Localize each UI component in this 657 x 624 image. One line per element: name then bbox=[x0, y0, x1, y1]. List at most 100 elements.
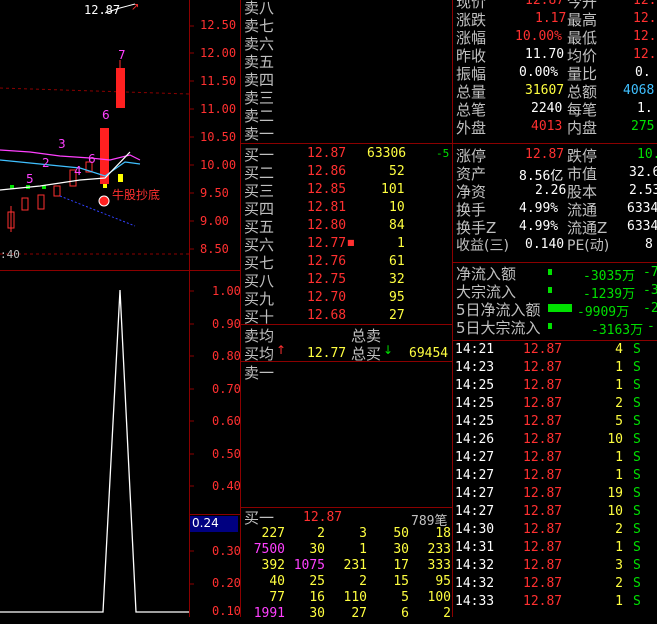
queue-cell: 95 bbox=[435, 574, 451, 589]
buy-level-row[interactable]: 买二 12.86 52 bbox=[241, 163, 452, 182]
queue-row: 1991 30 27 6 2 bbox=[241, 606, 452, 624]
tick-time: 14:26 bbox=[455, 432, 495, 447]
flow-row: 5日净流入额 -9909万 -2 bbox=[453, 299, 657, 320]
stat-value: 1.17 bbox=[535, 11, 567, 26]
buy-level-row[interactable]: 买七 12.76 61 bbox=[241, 253, 452, 272]
tick-side: S bbox=[633, 486, 641, 501]
candle-number: 6 bbox=[88, 152, 96, 166]
tick-side: S bbox=[633, 504, 641, 519]
buy-price: 12.75 bbox=[307, 272, 347, 287]
kline-chart-panel[interactable]: 12.87 ↗ 12.50 12.00 11.50 11.00 10.50 10… bbox=[0, 0, 241, 618]
tick-row: 14:27 12.87 10 S bbox=[453, 504, 657, 522]
stat-value: 2.53 bbox=[629, 183, 657, 198]
queue-cell: 15 bbox=[393, 574, 409, 589]
buy-level-row[interactable]: 买一 12.87 63306 -5 bbox=[241, 145, 452, 164]
tick-side: S bbox=[633, 540, 641, 555]
trade-ticks[interactable]: 14:21 12.87 4 S 14:23 12.87 1 S 14:25 12.87 1 S 1… bbox=[453, 342, 657, 617]
stat-value: 4.99% bbox=[519, 201, 559, 216]
tick-row: 14:26 12.87 10 S bbox=[453, 432, 657, 450]
buy-level-row[interactable]: 买四 12.81 10 bbox=[241, 199, 452, 218]
queue-cell: 1991 bbox=[253, 606, 285, 621]
stat-label: 外盘 bbox=[456, 119, 487, 137]
buy-volume: 10 bbox=[389, 200, 405, 215]
stats-row: 净资 2.26 股本 2.53 bbox=[453, 181, 657, 201]
tick-price: 12.87 bbox=[523, 414, 563, 429]
buy-price: 12.70 bbox=[307, 290, 347, 305]
stat-label: 内盘 bbox=[567, 119, 598, 137]
tick-volume: 5 bbox=[615, 414, 623, 429]
queue-cell: 50 bbox=[393, 526, 409, 541]
tick-side: S bbox=[633, 342, 641, 357]
stats-row: 涨幅 10.00% 最低 12. bbox=[453, 27, 657, 47]
queue-cell: 77 bbox=[269, 590, 285, 605]
stats-row: 收益(三) 0.140 PE(动) 8 bbox=[453, 235, 657, 254]
tick-volume: 10 bbox=[607, 432, 623, 447]
tick-row: 14:21 12.87 4 S bbox=[453, 342, 657, 360]
indicator-tick: 0.90 bbox=[212, 317, 241, 331]
stat-value: 4068 bbox=[623, 83, 655, 98]
queue-cell: 3 bbox=[359, 526, 367, 541]
buy-level-row[interactable]: 买十 12.68 27 bbox=[241, 307, 452, 326]
tick-row: 14:32 12.87 2 S bbox=[453, 576, 657, 594]
indicator-tick: 0.20 bbox=[212, 576, 241, 590]
tick-price: 12.87 bbox=[523, 504, 563, 519]
price-tick: 11.50 bbox=[200, 74, 237, 88]
buy-price: 12.68 bbox=[307, 308, 347, 323]
stat-value: 12.87 bbox=[525, 147, 565, 162]
order-book: 卖八 卖七 卖六 卖五 卖四 卖三 卖二 卖一 买一 12.87 63306 -… bbox=[241, 0, 452, 621]
stats-row: 资产 8.56亿 市值 32.6 bbox=[453, 163, 657, 184]
buy-avg-label: 买均 bbox=[244, 345, 275, 363]
buy-price: 12.86 bbox=[307, 164, 347, 179]
tick-volume: 3 bbox=[615, 558, 623, 573]
buy-price: 12.80 bbox=[307, 218, 347, 233]
indicator-tick: 0.80 bbox=[212, 349, 241, 363]
candle-number: 6 bbox=[102, 108, 110, 122]
tick-row: 14:23 12.87 1 S bbox=[453, 360, 657, 378]
buy-level-row[interactable]: 买九 12.70 95 bbox=[241, 289, 452, 308]
candle-number: 2 bbox=[42, 156, 50, 170]
tick-volume: 1 bbox=[615, 378, 623, 393]
buy-volume: 61 bbox=[389, 254, 405, 269]
tick-side: S bbox=[633, 576, 641, 591]
tick-side: S bbox=[633, 468, 641, 483]
tick-row: 14:25 12.87 1 S bbox=[453, 378, 657, 396]
tick-volume: 2 bbox=[615, 522, 623, 537]
queue-price: 12.87 bbox=[303, 510, 343, 525]
tick-price: 12.87 bbox=[523, 468, 563, 483]
chart-top-price: 12.87 bbox=[84, 3, 121, 17]
queue-cell: 100 bbox=[427, 590, 451, 605]
tick-price: 12.87 bbox=[523, 594, 563, 609]
queue-cell: 25 bbox=[309, 574, 325, 589]
price-tick: 10.00 bbox=[200, 158, 237, 172]
flow-extra: -2 bbox=[643, 301, 657, 316]
tick-time: 14:27 bbox=[455, 486, 495, 501]
tick-side: S bbox=[633, 414, 641, 429]
price-tick: 10.50 bbox=[200, 130, 237, 144]
tick-row: 14:33 12.87 1 S bbox=[453, 594, 657, 612]
tick-side: S bbox=[633, 450, 641, 465]
buy-level-row[interactable]: 买五 12.80 84 bbox=[241, 217, 452, 236]
flow-extra: -7 bbox=[643, 265, 657, 280]
buy-level-row[interactable]: 买三 12.85 101 bbox=[241, 181, 452, 200]
tick-side: S bbox=[633, 378, 641, 393]
price-tick: 12.50 bbox=[200, 18, 237, 32]
tick-price: 12.87 bbox=[523, 432, 563, 447]
queue-cell: 27 bbox=[351, 606, 367, 621]
tick-price: 12.87 bbox=[523, 396, 563, 411]
buy-level-row[interactable]: 买六 12.77 ■ 1 bbox=[241, 235, 452, 254]
stats-row: 涨停 12.87 跌停 10. bbox=[453, 145, 657, 165]
stats-row: 昨收 11.70 均价 12. bbox=[453, 45, 657, 65]
tick-volume: 1 bbox=[615, 450, 623, 465]
stat-value: 275 bbox=[631, 119, 655, 134]
tick-volume: 1 bbox=[615, 540, 623, 555]
indicator-tick: 0.70 bbox=[212, 382, 241, 396]
tick-row: 14:27 12.87 19 S bbox=[453, 486, 657, 504]
tick-time: 14:21 bbox=[455, 342, 495, 357]
buy-volume: 32 bbox=[389, 272, 405, 287]
stat-value: 12. bbox=[633, 29, 657, 44]
tick-side: S bbox=[633, 594, 641, 609]
candle-number: 7 bbox=[118, 48, 126, 62]
price-tick: 11.00 bbox=[200, 102, 237, 116]
tick-price: 12.87 bbox=[523, 486, 563, 501]
buy-level-row[interactable]: 买八 12.75 32 bbox=[241, 271, 452, 290]
